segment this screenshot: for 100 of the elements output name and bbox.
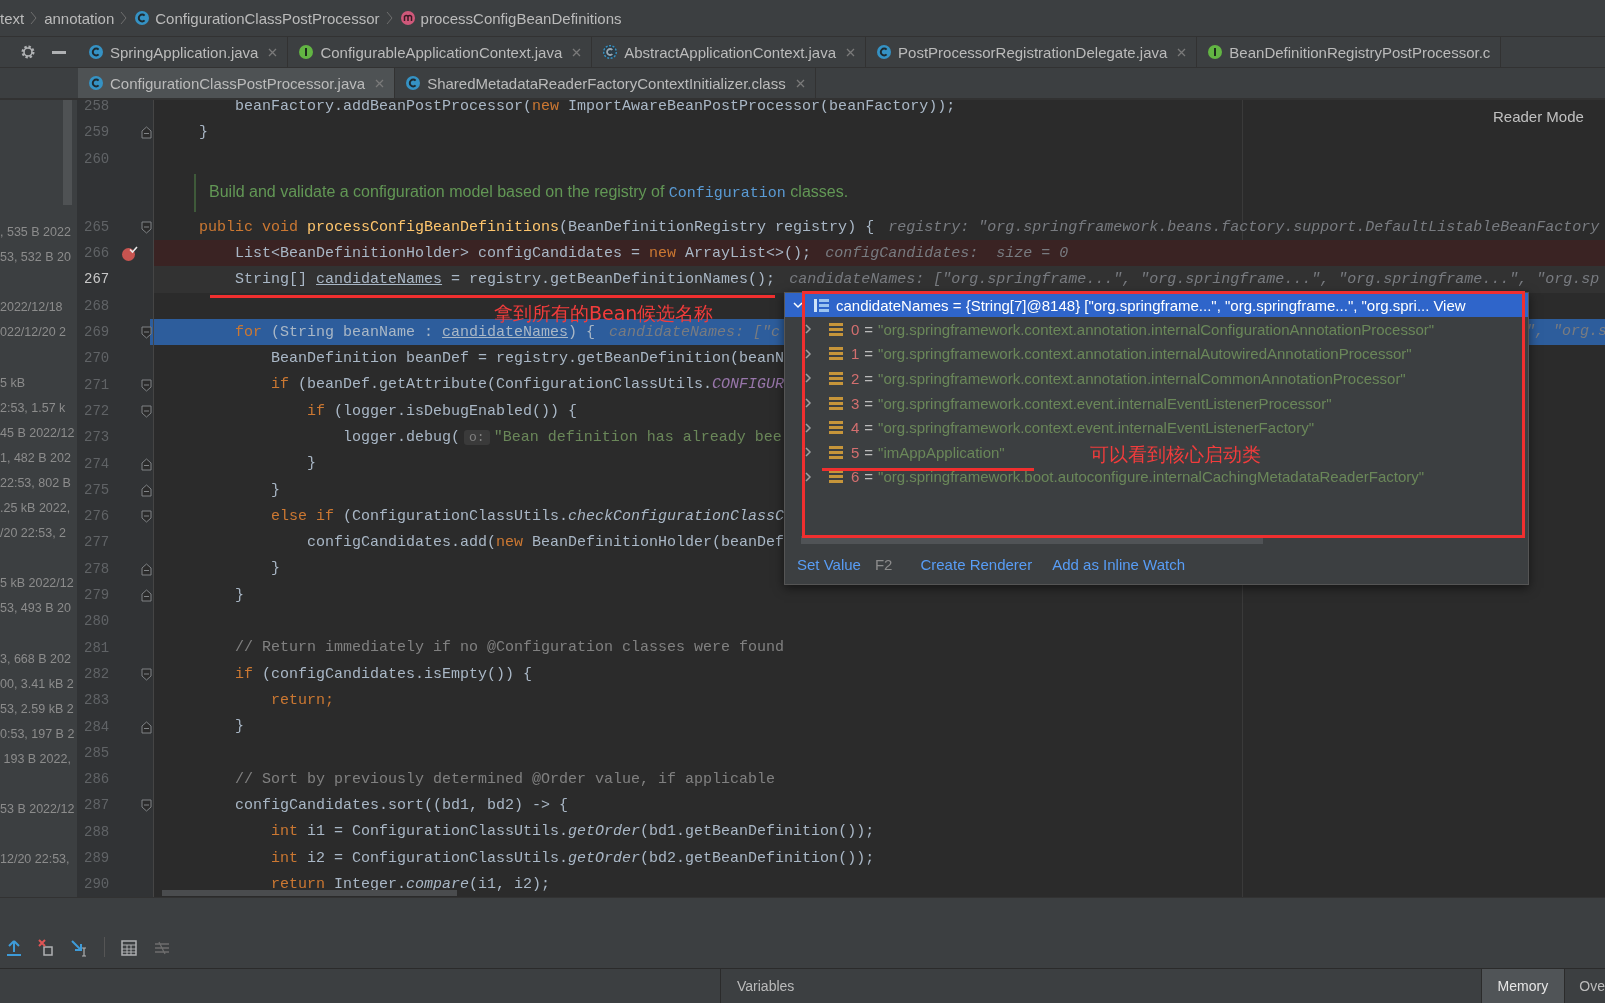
chevron-icon[interactable] (803, 447, 813, 458)
panel-tab[interactable]: Memory (1480, 969, 1565, 1003)
file-tab[interactable]: AbstractApplicationContext.java (592, 37, 867, 67)
array-entry[interactable]: 1 = "org.springframework.context.annotation.internalAutowiredAnnotationProcessor" (851, 345, 1412, 363)
file-info-text: 53, 2.59 kB 2 (0, 700, 75, 718)
reader-mode-link[interactable]: Reader Mode (1493, 108, 1584, 125)
close-icon[interactable] (375, 78, 385, 88)
breadcrumb-item[interactable]: text (0, 9, 25, 27)
chevron-icon[interactable] (803, 422, 813, 433)
file-info-text: 2:53, 1.57 k (0, 399, 67, 417)
chevron-icon[interactable] (793, 300, 803, 310)
fold-marker-icon[interactable] (141, 510, 152, 524)
scrollbar[interactable] (801, 536, 1263, 544)
code-text: } (199, 123, 208, 141)
array-icon (813, 296, 830, 314)
file-info-text: 022/12/20 2 (0, 324, 68, 342)
gutter-cell[interactable]: 267 (77, 266, 153, 293)
scrollbar[interactable] (162, 890, 457, 896)
array-entry[interactable]: 2 = "org.springframework.context.annotation.internalCommonAnnotationProcessor" (851, 370, 1406, 387)
file-info-text: 00, 3.41 kB 2 (0, 675, 75, 693)
chevron-icon (385, 10, 394, 26)
breakpoint-icon[interactable] (121, 245, 138, 263)
breadcrumb-item[interactable]: processConfigBeanDefinitions (420, 9, 622, 27)
close-icon[interactable] (268, 47, 278, 57)
code-text: } (306, 455, 317, 473)
view-link[interactable]: View (1433, 296, 1466, 314)
chevron-icon[interactable] (803, 348, 813, 359)
field-icon (829, 421, 843, 435)
abstract-class-icon (602, 44, 619, 60)
fold-marker-icon[interactable] (141, 799, 152, 813)
code-text: configCandidates.add(new BeanDefinitionHolder(beanDef (306, 534, 785, 552)
array-entry[interactable]: 6 = "org.springframework.boot.autoconfigure.internalCachingMetadataReaderFactory" (851, 468, 1425, 486)
file-tab[interactable]: SharedMetadataReaderFactoryContextInitializer.class (395, 68, 816, 98)
doc-comment: Build and validate a configuration model based on the registry of Configuration classes. (209, 183, 849, 203)
breadcrumb-item[interactable]: annotation (44, 9, 115, 27)
arrow-up-icon[interactable] (5, 939, 23, 957)
chevron-icon (30, 10, 39, 26)
field-icon (829, 396, 843, 410)
array-entry[interactable]: 4 = "org.springframework.context.event.internalEventListenerFactory" (851, 419, 1314, 437)
popup-header[interactable]: candidateNames = {String[7]@8148} ["org.springframe...", "org.springframe...", "org.spri... View (785, 293, 1528, 317)
popup-action-link[interactable]: Set Value (797, 555, 861, 573)
fold-marker-icon[interactable] (141, 483, 152, 497)
inline-value-hint: registry: "org.springframework.beans.factory.support.DefaultListableBeanFactory (888, 218, 1600, 236)
fold-marker-icon[interactable] (141, 589, 152, 603)
array-entry[interactable]: 5 = "imAppApplication" (851, 443, 1005, 461)
file-tab[interactable]: ConfigurableApplicationContext.java (288, 37, 593, 67)
code-text: BeanDefinition beanDef = registry.getBeanDefinition(beanN (270, 350, 785, 367)
settings-icon[interactable] (20, 44, 36, 60)
array-entry[interactable]: 0 = "org.springframework.context.annotation.internalConfigurationAnnotationProcessor" (851, 320, 1435, 338)
code-text: if (logger.isDebugEnabled()) { (306, 402, 578, 420)
fold-marker-icon[interactable] (141, 126, 152, 140)
close-icon[interactable] (795, 78, 805, 88)
chevron-icon[interactable] (803, 471, 813, 482)
file-tab[interactable]: BeanDefinitionRegistryPostProcessor.c (1197, 37, 1502, 67)
file-tab[interactable]: SpringApplication.java (78, 37, 289, 67)
file-info-text: 53 B 2022/12 (0, 801, 76, 819)
popup-action-link[interactable]: Create Renderer (920, 555, 1033, 573)
code-text: configCandidates.sort((bd1, bd2) -> { (234, 797, 569, 815)
code-text: String[] candidateNames = registry.getBeanDefinitionNames(); (234, 271, 776, 289)
inline-value-hint: configCandidates: size = 0 (825, 244, 1069, 262)
lines-icon[interactable] (153, 939, 171, 957)
close-icon[interactable] (572, 47, 582, 57)
code-text: return; (270, 691, 335, 709)
popup-action-link[interactable]: Add as Inline Watch (1052, 555, 1186, 573)
fold-marker-icon[interactable] (141, 720, 152, 734)
code-text: // Sort by previously determined @Order value, if applicable (234, 770, 776, 788)
file-info-text: 45 B 2022/12 (0, 424, 76, 442)
code-text: else if (ConfigurationClassUtils.checkConfigurationClassC (270, 507, 785, 525)
file-tab[interactable]: ConfigurationClassPostProcessor.java (78, 68, 396, 98)
fold-marker-icon[interactable] (141, 667, 152, 681)
chevron-icon[interactable] (803, 373, 813, 384)
chevron-icon (120, 10, 129, 26)
file-info-text: 0:53, 197 B 2 (0, 725, 76, 743)
close-icon[interactable] (1177, 47, 1187, 57)
fold-marker-icon[interactable] (141, 378, 152, 392)
fold-marker-icon[interactable] (141, 220, 152, 234)
table-icon[interactable] (120, 939, 138, 957)
arrow-cursor-icon[interactable] (71, 939, 89, 957)
shortcut-text: F2 (874, 555, 893, 573)
close-icon[interactable] (846, 47, 856, 57)
chevron-icon[interactable] (803, 324, 813, 335)
field-icon (829, 347, 843, 361)
file-info-text: , 535 B 2022 (0, 224, 72, 241)
fold-marker-icon[interactable] (141, 562, 152, 576)
file-tab[interactable]: PostProcessorRegistrationDelegate.java (866, 37, 1198, 67)
file-info-text: 193 B 2022, (2, 750, 72, 768)
code-text: public void processConfigBeanDefinitions(BeanDefinitionRegistry registry) { (199, 218, 875, 236)
file-info-text: .25 kB 2022, (0, 500, 72, 518)
fold-marker-icon[interactable] (141, 457, 152, 471)
fold-marker-icon[interactable] (141, 404, 152, 418)
file-info-text: 53, 532 B 20 (0, 249, 72, 267)
chevron-icon[interactable] (803, 398, 813, 409)
array-entry[interactable]: 3 = "org.springframework.context.event.internalEventListenerProcessor" (851, 394, 1332, 412)
scrollbar[interactable] (63, 100, 72, 205)
frame-x-icon[interactable] (38, 939, 56, 957)
panel-tab[interactable]: Ove (1564, 969, 1605, 1003)
panel-tab[interactable]: Variables (720, 969, 1481, 1003)
file-info-text: 22:53, 802 B (0, 474, 72, 492)
breadcrumb-item[interactable]: ConfigurationClassPostProcessor (155, 9, 380, 27)
fold-marker-icon[interactable] (141, 326, 152, 340)
